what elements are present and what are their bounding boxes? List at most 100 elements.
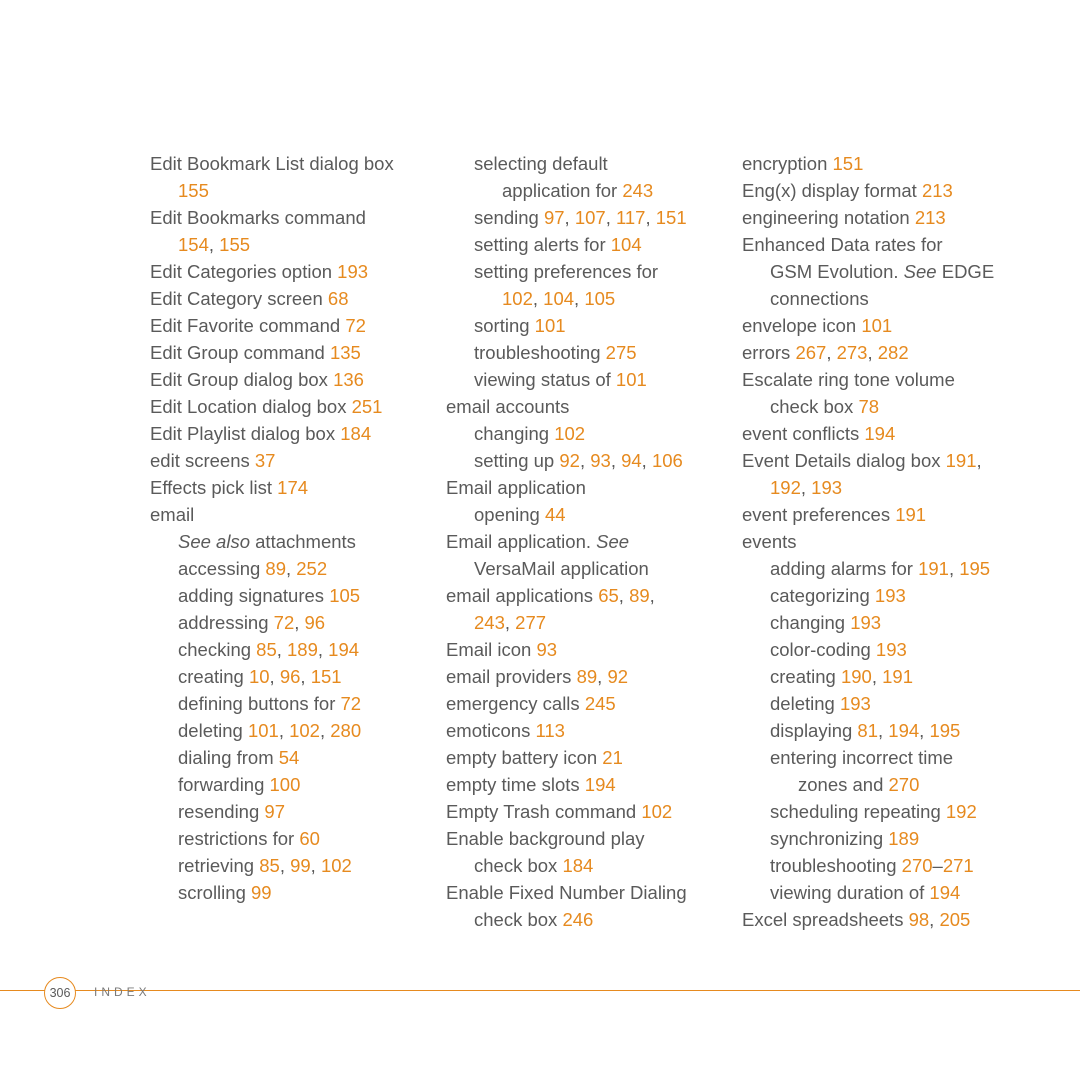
page-ref[interactable]: 102 (641, 801, 672, 822)
page-ref[interactable]: 60 (299, 828, 320, 849)
page-ref[interactable]: 101 (535, 315, 566, 336)
page-ref[interactable]: 105 (584, 288, 615, 309)
page-ref[interactable]: 102 (502, 288, 533, 309)
page-ref[interactable]: 190 (841, 666, 872, 687)
page-ref[interactable]: 277 (515, 612, 546, 633)
page-ref[interactable]: 99 (290, 855, 311, 876)
page-ref[interactable]: 245 (585, 693, 616, 714)
page-ref[interactable]: 193 (840, 693, 871, 714)
page-ref[interactable]: 213 (915, 207, 946, 228)
page-ref[interactable]: 243 (474, 612, 505, 633)
page-ref[interactable]: 205 (939, 909, 970, 930)
page-ref[interactable]: 193 (876, 639, 907, 660)
page-ref[interactable]: 78 (858, 396, 879, 417)
page-ref[interactable]: 252 (296, 558, 327, 579)
page-ref[interactable]: 194 (929, 882, 960, 903)
page-ref[interactable]: 243 (622, 180, 653, 201)
page-ref[interactable]: 193 (850, 612, 881, 633)
page-ref[interactable]: 37 (255, 450, 276, 471)
page-ref[interactable]: 85 (256, 639, 277, 660)
page-ref[interactable]: 104 (543, 288, 574, 309)
page-ref[interactable]: 191 (918, 558, 949, 579)
page-ref[interactable]: 97 (264, 801, 285, 822)
page-ref[interactable]: 81 (857, 720, 878, 741)
page-ref[interactable]: 280 (330, 720, 361, 741)
page-ref[interactable]: 195 (959, 558, 990, 579)
page-ref[interactable]: 101 (616, 369, 647, 390)
page-ref[interactable]: 151 (656, 207, 687, 228)
page-ref[interactable]: 191 (895, 504, 926, 525)
page-ref[interactable]: 101 (861, 315, 892, 336)
page-ref[interactable]: 193 (337, 261, 368, 282)
page-ref[interactable]: 54 (279, 747, 300, 768)
page-ref[interactable]: 100 (270, 774, 301, 795)
page-ref[interactable]: 21 (602, 747, 623, 768)
page-ref[interactable]: 275 (606, 342, 637, 363)
page-ref[interactable]: 189 (287, 639, 318, 660)
page-ref[interactable]: 270 (902, 855, 933, 876)
page-ref[interactable]: 72 (345, 315, 366, 336)
page-ref[interactable]: 113 (535, 720, 565, 741)
page-ref[interactable]: 44 (545, 504, 566, 525)
page-ref[interactable]: 195 (929, 720, 960, 741)
page-ref[interactable]: 102 (321, 855, 352, 876)
page-ref[interactable]: 194 (585, 774, 616, 795)
page-ref[interactable]: 101 (248, 720, 279, 741)
page-ref[interactable]: 96 (280, 666, 301, 687)
page-ref[interactable]: 213 (922, 180, 953, 201)
page-ref[interactable]: 155 (178, 180, 209, 201)
page-ref[interactable]: 193 (875, 585, 906, 606)
page-ref[interactable]: 282 (878, 342, 909, 363)
page-ref[interactable]: 97 (544, 207, 565, 228)
page-ref[interactable]: 191 (882, 666, 913, 687)
page-ref[interactable]: 136 (333, 369, 364, 390)
page-ref[interactable]: 174 (277, 477, 308, 498)
page-ref[interactable]: 107 (575, 207, 606, 228)
page-ref[interactable]: 89 (577, 666, 598, 687)
page-ref[interactable]: 89 (629, 585, 650, 606)
page-ref[interactable]: 98 (909, 909, 930, 930)
page-ref[interactable]: 193 (811, 477, 842, 498)
page-ref[interactable]: 92 (559, 450, 580, 471)
page-ref[interactable]: 96 (305, 612, 326, 633)
page-ref[interactable]: 192 (946, 801, 977, 822)
page-ref[interactable]: 192 (770, 477, 801, 498)
page-ref[interactable]: 102 (554, 423, 585, 444)
page-ref[interactable]: 151 (833, 153, 864, 174)
page-ref[interactable]: 267 (795, 342, 826, 363)
page-ref[interactable]: 246 (562, 909, 593, 930)
page-ref[interactable]: 189 (888, 828, 919, 849)
page-ref[interactable]: 194 (328, 639, 359, 660)
page-ref[interactable]: 184 (340, 423, 371, 444)
page-ref[interactable]: 72 (274, 612, 295, 633)
page-ref[interactable]: 271 (943, 855, 974, 876)
page-ref[interactable]: 270 (889, 774, 920, 795)
page-ref[interactable]: 155 (219, 234, 250, 255)
page-ref[interactable]: 72 (341, 693, 362, 714)
page-ref[interactable]: 154 (178, 234, 209, 255)
index-entry: application for 243 (446, 177, 724, 204)
page-ref[interactable]: 135 (330, 342, 361, 363)
page-ref[interactable]: 104 (611, 234, 642, 255)
page-ref[interactable]: 194 (888, 720, 919, 741)
page-ref[interactable]: 85 (259, 855, 280, 876)
page-ref[interactable]: 105 (329, 585, 360, 606)
page-ref[interactable]: 184 (562, 855, 593, 876)
page-ref[interactable]: 93 (536, 639, 557, 660)
page-ref[interactable]: 10 (249, 666, 270, 687)
page-ref[interactable]: 93 (590, 450, 611, 471)
page-ref[interactable]: 106 (652, 450, 683, 471)
page-ref[interactable]: 89 (265, 558, 286, 579)
page-ref[interactable]: 191 (946, 450, 977, 471)
page-ref[interactable]: 65 (598, 585, 619, 606)
page-ref[interactable]: 151 (311, 666, 342, 687)
page-ref[interactable]: 68 (328, 288, 349, 309)
page-ref[interactable]: 92 (607, 666, 628, 687)
page-ref[interactable]: 273 (837, 342, 868, 363)
page-ref[interactable]: 251 (352, 396, 383, 417)
page-ref[interactable]: 194 (864, 423, 895, 444)
page-ref[interactable]: 99 (251, 882, 272, 903)
page-ref[interactable]: 94 (621, 450, 642, 471)
page-ref[interactable]: 117 (616, 207, 646, 228)
page-ref[interactable]: 102 (289, 720, 320, 741)
